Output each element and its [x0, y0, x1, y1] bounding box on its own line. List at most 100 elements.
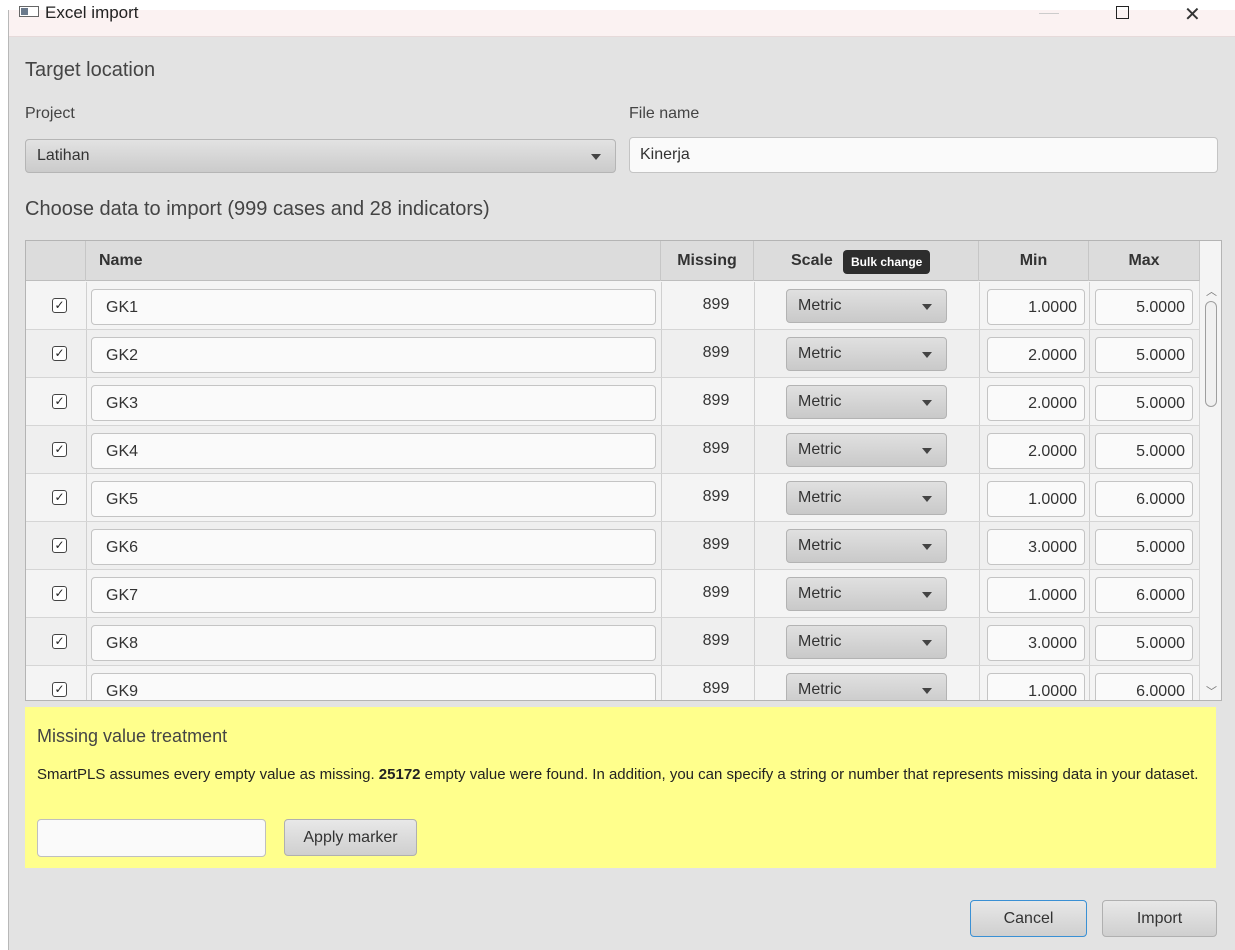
- column-divider: [979, 522, 980, 569]
- excel-import-dialog: Excel import ✕ Target location Project L…: [8, 3, 1235, 950]
- target-location-heading: Target location: [25, 59, 156, 81]
- cancel-button[interactable]: Cancel: [970, 900, 1087, 937]
- max-input[interactable]: 5.0000: [1095, 529, 1193, 565]
- column-divider: [1089, 522, 1090, 569]
- include-checkbox[interactable]: ✓: [52, 394, 67, 409]
- include-checkbox[interactable]: ✓: [52, 586, 67, 601]
- missing-count: 899: [702, 488, 730, 505]
- project-label: Project: [25, 105, 75, 122]
- scale-select[interactable]: Metric: [786, 673, 947, 700]
- min-input[interactable]: 2.0000: [987, 337, 1085, 373]
- column-divider: [86, 666, 87, 700]
- min-input[interactable]: 3.0000: [987, 625, 1085, 661]
- min-input[interactable]: 2.0000: [987, 385, 1085, 421]
- min-input[interactable]: 2.0000: [987, 433, 1085, 469]
- scale-select[interactable]: Metric: [786, 289, 947, 323]
- column-divider: [661, 426, 662, 473]
- scroll-up-icon[interactable]: ︿: [1206, 283, 1217, 299]
- missing-count: 899: [702, 680, 730, 697]
- table-body: ✓ GK1 899 Metric 1.0000 5.0000 ✓ GK2 899 Metric 2.…: [26, 282, 1200, 700]
- missing-count: 899: [702, 392, 730, 409]
- max-input[interactable]: 5.0000: [1095, 385, 1193, 421]
- column-divider: [661, 378, 662, 425]
- scroll-down-icon[interactable]: ﹀: [1206, 683, 1217, 699]
- chevron-down-icon: [922, 400, 932, 406]
- indicator-name-input[interactable]: GK4: [91, 433, 656, 469]
- include-checkbox[interactable]: ✓: [52, 490, 67, 505]
- min-input[interactable]: 1.0000: [987, 289, 1085, 325]
- indicator-name-input[interactable]: GK2: [91, 337, 656, 373]
- table-row: ✓ GK3 899 Metric 2.0000 5.0000: [26, 378, 1200, 426]
- max-input[interactable]: 5.0000: [1095, 433, 1193, 469]
- max-input[interactable]: 5.0000: [1095, 337, 1193, 373]
- scale-value: Metric: [798, 441, 842, 458]
- table-header: Name Missing Scale Bulk change Min Max: [26, 241, 1200, 281]
- missing-value-description: SmartPLS assumes every empty value as mi…: [37, 765, 1212, 785]
- include-checkbox[interactable]: ✓: [52, 346, 67, 361]
- table-row: ✓ GK2 899 Metric 2.0000 5.0000: [26, 330, 1200, 378]
- include-checkbox[interactable]: ✓: [52, 682, 67, 697]
- scale-select[interactable]: Metric: [786, 433, 947, 467]
- scale-value: Metric: [798, 537, 842, 554]
- scale-select[interactable]: Metric: [786, 385, 947, 419]
- chevron-down-icon: [922, 352, 932, 358]
- indicator-name-input[interactable]: GK8: [91, 625, 656, 661]
- indicator-name-input[interactable]: GK7: [91, 577, 656, 613]
- indicator-name-input[interactable]: GK3: [91, 385, 656, 421]
- indicator-name: GK6: [106, 539, 139, 556]
- column-divider: [979, 282, 980, 329]
- scale-select[interactable]: Metric: [786, 481, 947, 515]
- close-button[interactable]: ✕: [1184, 2, 1201, 27]
- header-max[interactable]: Max: [1089, 241, 1200, 281]
- header-missing[interactable]: Missing: [661, 241, 754, 281]
- vertical-scrollbar[interactable]: ︿ ﹀: [1199, 281, 1221, 700]
- maximize-button[interactable]: [1116, 6, 1129, 19]
- include-checkbox[interactable]: ✓: [52, 538, 67, 553]
- table-row: ✓ GK4 899 Metric 2.0000 5.0000: [26, 426, 1200, 474]
- max-input[interactable]: 6.0000: [1095, 673, 1193, 700]
- missing-marker-input[interactable]: [37, 819, 266, 857]
- min-input[interactable]: 1.0000: [987, 481, 1085, 517]
- min-input[interactable]: 3.0000: [987, 529, 1085, 565]
- column-divider: [86, 330, 87, 377]
- project-select[interactable]: Latihan: [25, 139, 616, 173]
- minimize-button[interactable]: [1039, 13, 1059, 14]
- max-input[interactable]: 6.0000: [1095, 481, 1193, 517]
- scroll-thumb[interactable]: [1205, 301, 1217, 407]
- column-divider: [661, 330, 662, 377]
- file-name-input[interactable]: Kinerja: [629, 137, 1218, 173]
- table-row: ✓ GK9 899 Metric 1.0000 6.0000: [26, 666, 1200, 700]
- header-name[interactable]: Name: [86, 241, 661, 281]
- max-input[interactable]: 5.0000: [1095, 289, 1193, 325]
- column-divider: [86, 522, 87, 569]
- scale-select[interactable]: Metric: [786, 337, 947, 371]
- scale-select[interactable]: Metric: [786, 625, 947, 659]
- include-checkbox[interactable]: ✓: [52, 634, 67, 649]
- import-button[interactable]: Import: [1102, 900, 1217, 937]
- indicator-name-input[interactable]: GK1: [91, 289, 656, 325]
- column-divider: [979, 618, 980, 665]
- indicator-name: GK7: [106, 587, 139, 604]
- max-input[interactable]: 6.0000: [1095, 577, 1193, 613]
- include-checkbox[interactable]: ✓: [52, 298, 67, 313]
- scale-select[interactable]: Metric: [786, 529, 947, 563]
- apply-marker-button[interactable]: Apply marker: [284, 819, 417, 856]
- min-input[interactable]: 1.0000: [987, 673, 1085, 700]
- header-min[interactable]: Min: [979, 241, 1089, 281]
- window-title: Excel import: [45, 3, 139, 22]
- column-divider: [1089, 618, 1090, 665]
- indicator-name-input[interactable]: GK6: [91, 529, 656, 565]
- indicator-name-input[interactable]: GK9: [91, 673, 656, 700]
- min-input[interactable]: 1.0000: [987, 577, 1085, 613]
- column-divider: [86, 426, 87, 473]
- header-select-column[interactable]: [26, 241, 86, 281]
- indicator-name-input[interactable]: GK5: [91, 481, 656, 517]
- table-row: ✓ GK5 899 Metric 1.0000 6.0000: [26, 474, 1200, 522]
- bulk-change-button[interactable]: Bulk change: [843, 250, 931, 274]
- column-divider: [979, 666, 980, 700]
- include-checkbox[interactable]: ✓: [52, 442, 67, 457]
- column-divider: [1089, 666, 1090, 700]
- max-input[interactable]: 5.0000: [1095, 625, 1193, 661]
- column-divider: [979, 378, 980, 425]
- scale-select[interactable]: Metric: [786, 577, 947, 611]
